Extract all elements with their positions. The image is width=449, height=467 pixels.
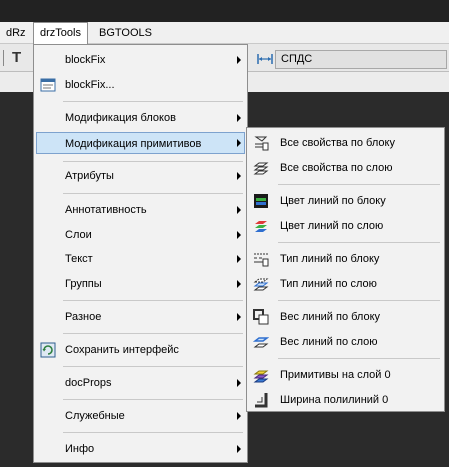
text-tool-icon[interactable]: T	[12, 49, 21, 66]
submenu-arrow-icon	[237, 379, 241, 387]
menu-separator	[63, 101, 243, 102]
submenu-item-label: Все свойства по слою	[280, 162, 393, 174]
menu-item-layers[interactable]: Слои	[36, 224, 245, 246]
menu-separator	[63, 333, 243, 334]
menu-item-groups[interactable]: Группы	[36, 273, 245, 295]
menu-separator	[63, 300, 243, 301]
drztools-menu: blockFix blockFix... Модификация блоков …	[33, 44, 248, 463]
submenu-item-lineweight-by-block[interactable]: Вес линий по блоку	[249, 306, 442, 328]
polyline-width-zero-icon	[255, 393, 268, 408]
primitive-modification-submenu: Все свойства по блоку Все свойства по сл…	[246, 127, 445, 412]
color-by-block-icon	[254, 194, 268, 208]
dimension-style-icon	[257, 54, 273, 64]
menu-item-label: Служебные	[65, 410, 125, 422]
submenu-item-label: Ширина полилиний 0	[280, 394, 389, 406]
menu-drz[interactable]: dRz	[0, 22, 32, 44]
submenu-item-label: Примитивы на слой 0	[280, 369, 391, 381]
menu-item-save-interface[interactable]: Сохранить интерфейс	[36, 339, 245, 361]
submenu-arrow-icon	[237, 445, 241, 453]
submenu-item-color-by-layer[interactable]: Цвет линий по слою	[249, 215, 442, 237]
submenu-item-label: Цвет линий по слою	[280, 220, 384, 232]
linetype-by-block-icon	[254, 253, 269, 267]
menu-item-label: Разное	[65, 311, 102, 323]
submenu-item-polyline-width-zero[interactable]: Ширина полилиний 0	[249, 389, 442, 411]
menu-separator	[63, 432, 243, 433]
menu-item-attributes[interactable]: Атрибуты	[36, 165, 245, 187]
menu-item-label: Группы	[65, 278, 102, 290]
submenu-arrow-icon	[237, 231, 241, 239]
linetype-by-layer-icon	[253, 278, 269, 291]
menu-separator	[63, 399, 243, 400]
menu-separator	[63, 366, 243, 367]
submenu-item-label: Вес линий по блоку	[280, 311, 381, 323]
submenu-item-linetype-by-block[interactable]: Тип линий по блоку	[249, 248, 442, 270]
menu-item-docprops[interactable]: docProps	[36, 372, 245, 394]
submenu-separator	[278, 184, 440, 185]
menu-item-misc[interactable]: Разное	[36, 306, 245, 328]
submenu-item-label: Все свойства по блоку	[280, 137, 395, 149]
menu-item-label: Слои	[65, 229, 92, 241]
entities-to-layer0-icon	[253, 370, 269, 383]
menu-item-label: Сохранить интерфейс	[65, 344, 179, 356]
menu-item-label: blockFix...	[65, 79, 115, 91]
menu-item-blockfix-dialog[interactable]: blockFix...	[36, 74, 245, 96]
submenu-item-lineweight-by-layer[interactable]: Вес линий по слою	[249, 331, 442, 353]
submenu-separator	[278, 358, 440, 359]
menu-item-label: docProps	[65, 377, 112, 389]
all-props-by-layer-icon	[253, 162, 269, 175]
menu-item-label: Текст	[65, 253, 93, 265]
submenu-arrow-icon	[237, 172, 241, 180]
toolbar-grip	[3, 50, 4, 66]
lineweight-by-layer-icon	[253, 337, 269, 348]
submenu-item-linetype-by-layer[interactable]: Тип линий по слою	[249, 273, 442, 295]
submenu-item-color-by-block[interactable]: Цвет линий по блоку	[249, 190, 442, 212]
submenu-separator	[278, 300, 440, 301]
menu-item-blockfix[interactable]: blockFix	[36, 49, 245, 71]
menu-item-primitive-modification[interactable]: Модификация примитивов	[36, 132, 245, 154]
dimension-style-field[interactable]: СПДС	[275, 50, 447, 69]
submenu-arrow-icon	[237, 313, 241, 321]
menu-item-block-modification[interactable]: Модификация блоков	[36, 107, 245, 129]
menu-item-info[interactable]: Инфо	[36, 438, 245, 460]
menu-item-label: Аннотативность	[65, 204, 147, 216]
menu-item-label: Атрибуты	[65, 170, 114, 182]
menu-drztools[interactable]: drzTools	[33, 22, 88, 44]
menu-bar: dRz drzTools BGTOOLS	[0, 22, 449, 44]
all-props-by-block-icon	[254, 136, 269, 151]
submenu-arrow-icon	[237, 255, 241, 263]
submenu-item-all-props-by-layer[interactable]: Все свойства по слою	[249, 157, 442, 179]
submenu-arrow-icon	[237, 206, 241, 214]
menu-item-label: Инфо	[65, 443, 95, 455]
submenu-item-entities-to-layer0[interactable]: Примитивы на слой 0	[249, 364, 442, 386]
submenu-separator	[278, 242, 440, 243]
menu-item-service[interactable]: Служебные	[36, 405, 245, 427]
submenu-item-label: Тип линий по блоку	[280, 253, 380, 265]
submenu-arrow-icon	[237, 280, 241, 288]
menu-item-label: blockFix	[65, 54, 106, 66]
color-by-layer-icon	[255, 221, 267, 232]
submenu-item-all-props-by-block[interactable]: Все свойства по блоку	[249, 132, 442, 154]
menu-item-label: Модификация примитивов	[65, 138, 202, 150]
menu-bgtools[interactable]: BGTOOLS	[93, 22, 158, 44]
menu-item-label: Модификация блоков	[65, 112, 176, 124]
menu-item-annotative[interactable]: Аннотативность	[36, 199, 245, 221]
submenu-item-label: Вес линий по слою	[280, 336, 378, 348]
submenu-item-label: Тип линий по слою	[280, 278, 377, 290]
submenu-arrow-icon	[237, 139, 241, 147]
submenu-arrow-icon	[237, 114, 241, 122]
save-interface-icon	[40, 342, 56, 358]
title-area	[0, 0, 449, 22]
menu-separator	[63, 161, 243, 162]
submenu-item-label: Цвет линий по блоку	[280, 195, 386, 207]
submenu-arrow-icon	[237, 412, 241, 420]
submenu-arrow-icon	[237, 56, 241, 64]
menu-separator	[63, 193, 243, 194]
lineweight-by-block-icon	[253, 309, 269, 325]
window-dialog-icon	[40, 78, 56, 92]
menu-item-text[interactable]: Текст	[36, 248, 245, 270]
